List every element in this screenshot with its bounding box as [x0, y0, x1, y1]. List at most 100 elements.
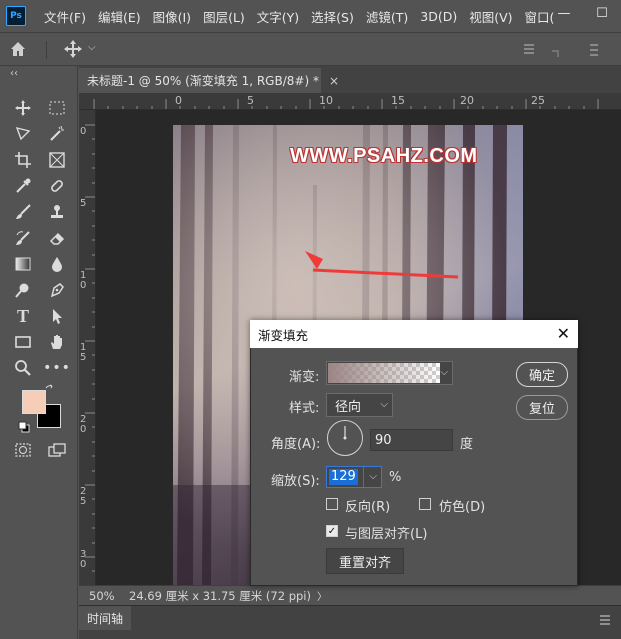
- menu-edit[interactable]: 编辑(E): [92, 7, 147, 26]
- screen-mode-icon[interactable]: [44, 438, 70, 462]
- menu-3d[interactable]: 3D(D): [414, 9, 463, 24]
- minimize-button[interactable]: —: [545, 0, 583, 26]
- close-icon[interactable]: ×: [329, 74, 339, 88]
- reset-align-button[interactable]: 重置对齐: [326, 548, 404, 574]
- document-tab-title: 未标题-1 @ 50% (渐变填充 1, RGB/8#) *: [87, 74, 319, 88]
- workspace-icons[interactable]: [520, 41, 600, 59]
- zoom-icon[interactable]: [10, 356, 36, 380]
- window-controls: — ☐: [545, 0, 621, 26]
- chevron-down-icon[interactable]: ⌵: [440, 367, 448, 378]
- photoshop-logo: Ps: [6, 6, 26, 26]
- chevron-down-icon[interactable]: ⌵: [369, 471, 377, 482]
- watermark-text: WWW.PSAHZ.COM: [290, 145, 478, 167]
- ruler-top-label: 20: [460, 94, 474, 107]
- document-tab[interactable]: 未标题-1 @ 50% (渐变填充 1, RGB/8#) * ×: [79, 68, 339, 93]
- ruler-top-label: 10: [319, 94, 333, 107]
- eraser-icon[interactable]: [44, 226, 70, 250]
- cancel-button[interactable]: 复位: [516, 395, 568, 420]
- angle-unit: 度: [460, 437, 474, 452]
- scale-input[interactable]: 129 ⌵: [326, 466, 382, 488]
- status-bar: 50% 24.69 厘米 x 31.75 厘米 (72 ppi) 〉: [79, 585, 621, 605]
- menu-view[interactable]: 视图(V): [463, 7, 518, 26]
- scale-value: 129: [329, 469, 358, 485]
- default-colors-icon[interactable]: [18, 421, 30, 433]
- gradient-picker[interactable]: ⌵: [326, 361, 453, 385]
- dither-label: 仿色(D): [439, 500, 486, 515]
- ruler-left-label: 20: [80, 414, 87, 435]
- collapse-icon[interactable]: ‹‹: [10, 68, 18, 79]
- blur-icon[interactable]: [44, 252, 70, 276]
- menu-filter[interactable]: 滤镜(T): [360, 7, 414, 26]
- close-icon[interactable]: ✕: [557, 324, 570, 343]
- ruler-top-label: 25: [531, 94, 545, 107]
- move-icon[interactable]: [10, 96, 36, 120]
- menu-file[interactable]: 文件(F): [38, 7, 92, 26]
- scale-unit: %: [389, 470, 402, 485]
- style-select[interactable]: 径向 ⌵: [326, 393, 393, 417]
- foreground-color-swatch[interactable]: [22, 390, 46, 414]
- menu-layer[interactable]: 图层(L): [197, 7, 251, 26]
- status-menu-arrow-icon[interactable]: 〉: [311, 588, 327, 603]
- menu-bar: Ps 文件(F) 编辑(E) 图像(I) 图层(L) 文字(Y) 选择(S) 滤…: [0, 0, 621, 32]
- hand-icon[interactable]: [44, 330, 70, 354]
- chevron-down-icon[interactable]: ⌵: [88, 42, 96, 53]
- history-brush-icon[interactable]: [10, 226, 36, 250]
- lasso-icon[interactable]: [10, 122, 36, 146]
- more-tools-icon[interactable]: •••: [43, 356, 70, 380]
- frame-icon[interactable]: [44, 148, 70, 172]
- gradient-fill-dialog: [250, 320, 578, 586]
- ruler-horizontal: 0 5 10 15 20 25: [79, 93, 621, 110]
- move-tool-icon[interactable]: [62, 39, 84, 59]
- type-icon[interactable]: T: [10, 304, 36, 328]
- gradient-label: 渐变:: [289, 370, 320, 385]
- rectangle-icon[interactable]: [10, 330, 36, 354]
- menu-select[interactable]: 选择(S): [305, 7, 360, 26]
- magic-wand-icon[interactable]: [44, 122, 70, 146]
- path-selection-icon[interactable]: [44, 304, 70, 328]
- ruler-left-label: 15: [80, 342, 87, 363]
- dodge-icon[interactable]: [10, 278, 36, 302]
- menu-type[interactable]: 文字(Y): [251, 7, 305, 26]
- ruler-top-label: 15: [391, 94, 405, 107]
- ruler-left-label: 0: [80, 126, 87, 137]
- align-with-layer-label: 与图层对齐(L): [345, 527, 428, 542]
- marquee-icon[interactable]: [44, 96, 70, 120]
- dialog-title: 渐变填充: [258, 327, 309, 343]
- ruler-top-label: 0: [175, 94, 182, 107]
- timeline-tab[interactable]: 时间轴: [79, 606, 131, 630]
- ok-button[interactable]: 确定: [516, 362, 568, 387]
- menu-image[interactable]: 图像(I): [147, 7, 197, 26]
- pen-icon[interactable]: [44, 278, 70, 302]
- chevron-down-icon[interactable]: ⌵: [380, 399, 388, 410]
- ruler-left-label: 30: [80, 549, 87, 570]
- align-with-layer-checkbox[interactable]: ✓: [326, 525, 338, 537]
- dialog-titlebar[interactable]: 渐变填充 ✕: [250, 320, 578, 348]
- reverse-checkbox[interactable]: [326, 498, 338, 510]
- maximize-button[interactable]: ☐: [583, 0, 621, 26]
- eyedropper-icon[interactable]: [10, 174, 36, 198]
- clone-stamp-icon[interactable]: [44, 200, 70, 224]
- home-icon[interactable]: [8, 39, 28, 59]
- brush-icon[interactable]: [10, 200, 36, 224]
- options-bar: ⌵: [0, 32, 621, 66]
- quick-mask-icon[interactable]: [10, 438, 36, 462]
- crop-icon[interactable]: [10, 148, 36, 172]
- tools-panel: ‹‹ T •••: [0, 66, 78, 639]
- scale-label: 缩放(S):: [271, 474, 320, 489]
- dither-checkbox[interactable]: [419, 498, 431, 510]
- gradient-icon[interactable]: [10, 252, 36, 276]
- zoom-level[interactable]: 50%: [79, 589, 119, 603]
- angle-input[interactable]: 90: [370, 429, 453, 451]
- angle-dial[interactable]: [327, 420, 363, 456]
- ruler-left-label: 5: [80, 198, 87, 209]
- ruler-left-label: 10: [80, 270, 87, 291]
- healing-brush-icon[interactable]: [44, 174, 70, 198]
- ruler-vertical: 0 5 10 15 20 25 30: [79, 110, 96, 585]
- style-label: 样式:: [289, 401, 320, 416]
- timeline-panel: [79, 605, 621, 639]
- style-value: 径向: [335, 399, 362, 415]
- ruler-top-label: 5: [247, 94, 254, 107]
- document-size: 24.69 厘米 x 31.75 厘米 (72 ppi): [129, 588, 311, 603]
- panel-menu-icon[interactable]: [599, 614, 611, 626]
- ruler-left-label: 25: [80, 486, 87, 507]
